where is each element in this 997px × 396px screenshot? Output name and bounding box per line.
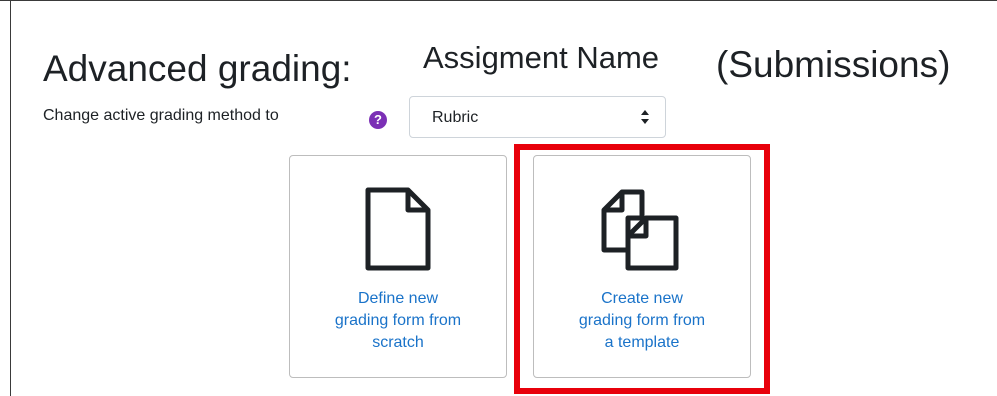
grading-method-value: Rubric [432, 109, 479, 126]
grading-method-select[interactable]: Rubric [409, 96, 666, 138]
define-label-line: Define new [357, 290, 439, 307]
up-down-caret-icon [641, 110, 649, 124]
define-label-line: grading form from [334, 312, 462, 329]
grading-area: (Submissions) [716, 44, 951, 85]
highlight-box [514, 144, 770, 394]
page-title: Advanced grading: [43, 48, 352, 89]
frame-top-border [0, 0, 997, 1]
blank-page-icon [365, 187, 431, 271]
define-from-scratch-label[interactable]: Define new grading form from scratch [290, 288, 506, 354]
question-circle-icon[interactable]: ? [369, 111, 387, 129]
grading-method-label: Change active grading method to [43, 107, 279, 124]
define-label-line: scratch [372, 334, 424, 351]
frame-left-border [10, 0, 11, 396]
define-from-scratch-button[interactable]: Define new grading form from scratch [289, 155, 507, 378]
assignment-name: Assigment Name [423, 40, 660, 75]
